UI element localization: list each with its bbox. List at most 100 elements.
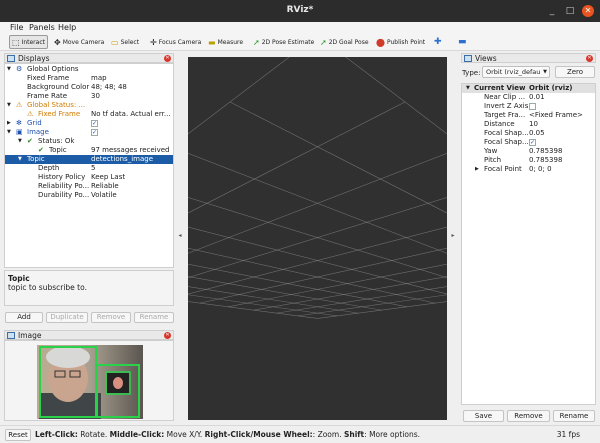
tree-row[interactable]: Invert Z Axis (462, 102, 595, 111)
collapse-arrow-icon[interactable]: ▶ (7, 119, 11, 128)
hint-middle-click: Middle-Click: (109, 430, 165, 439)
tree-value[interactable]: Keep Last (91, 173, 125, 182)
tree-value[interactable]: 0.01 (529, 93, 545, 102)
tree-value[interactable]: 0.785398 (529, 147, 562, 156)
image-enabled-checkbox[interactable]: ✓ (91, 129, 98, 136)
add-display-button[interactable]: Add (5, 312, 43, 323)
tree-row[interactable]: Target Fra... <Fixed Frame> (462, 111, 595, 120)
minimize-icon[interactable]: _ (546, 5, 558, 17)
tree-row[interactable]: Focal Shap... 0.05 (462, 129, 595, 138)
tree-value[interactable]: Reliable (91, 182, 119, 191)
tree-row[interactable]: Near Clip ... 0.01 (462, 93, 595, 102)
tree-label: Global Status: ... (27, 101, 86, 109)
expand-arrow-icon[interactable]: ▼ (466, 84, 470, 93)
plus-icon: ✚ (434, 37, 442, 47)
tree-row[interactable]: Yaw 0.785398 (462, 147, 595, 156)
tree-row[interactable]: ▼ ✔ Status: Ok (5, 137, 173, 146)
tree-row[interactable]: ▼ ⚠ Global Status: ... (5, 101, 173, 110)
remove-view-button[interactable]: Remove (507, 410, 550, 422)
save-view-button[interactable]: Save (463, 410, 504, 422)
invert-z-checkbox[interactable] (529, 103, 536, 110)
focus-camera-icon: ✛ (150, 37, 157, 47)
tree-label: Focal Shap... (484, 138, 529, 146)
right-splitter-handle[interactable]: ▸ (450, 232, 456, 239)
tree-row[interactable]: Background Color 48; 48; 48 (5, 83, 173, 92)
close-panel-icon[interactable]: ✕ (164, 332, 171, 339)
tree-row[interactable]: Frame Rate 30 (5, 92, 173, 101)
goal-pose-tool-button[interactable]: ➚ 2D Goal Pose (320, 35, 369, 49)
focus-camera-tool-button[interactable]: ✛ Focus Camera (150, 35, 201, 49)
expand-arrow-icon[interactable]: ▼ (18, 155, 22, 164)
displays-icon (7, 55, 15, 62)
tree-value[interactable]: 30 (91, 92, 100, 101)
views-tree[interactable]: ▼ Current View Orbit (rviz) Near Clip ..… (461, 83, 596, 405)
topic-value[interactable]: detections_image (91, 155, 153, 164)
tree-row-selected[interactable]: ▼ Topic detections_image (5, 155, 173, 164)
move-camera-tool-button[interactable]: ✥ Move Camera (54, 35, 104, 49)
tree-row[interactable]: ▼ Current View Orbit (rviz) (462, 84, 595, 93)
tree-value[interactable]: <Fixed Frame> (529, 111, 583, 120)
maximize-icon[interactable]: □ (564, 5, 576, 17)
tree-label: Image (27, 128, 49, 136)
close-icon[interactable]: ✕ (582, 5, 594, 17)
tree-row[interactable]: ⚠ Fixed Frame No tf data. Actual err... (5, 110, 173, 119)
tree-row[interactable]: Reliability Po... Reliable (5, 182, 173, 191)
rename-view-button[interactable]: Rename (553, 410, 595, 422)
expand-arrow-icon[interactable]: ▼ (7, 65, 11, 74)
focal-shape-checkbox[interactable]: ✓ (529, 139, 536, 146)
tree-value[interactable]: 0.785398 (529, 156, 562, 165)
tree-row[interactable]: ▶ Focal Point 0; 0; 0 (462, 165, 595, 174)
tree-row[interactable]: Fixed Frame map (5, 74, 173, 83)
tree-row[interactable]: ▼ ⚙ Global Options (5, 65, 173, 74)
select-tool-button[interactable]: ▭ Select (111, 35, 139, 49)
tree-row[interactable]: ▼ ▣ Image ✓ (5, 128, 173, 137)
hint-text: Move X/Y. (164, 430, 205, 439)
tree-label: Frame Rate (27, 92, 68, 100)
tree-row[interactable]: Pitch 0.785398 (462, 156, 595, 165)
measure-tool-button[interactable]: ▬ Measure (208, 35, 243, 49)
tree-row[interactable]: ✔ Topic 97 messages received (5, 146, 173, 155)
add-tool-button[interactable]: ✚ (434, 35, 442, 49)
menu-panels[interactable]: Panels (29, 23, 55, 32)
duplicate-display-button[interactable]: Duplicate (46, 312, 88, 323)
close-panel-icon[interactable]: ✕ (164, 55, 171, 62)
tree-value[interactable]: 0.05 (529, 129, 545, 138)
tree-value[interactable]: 0; 0; 0 (529, 165, 552, 174)
remove-display-button[interactable]: Remove (91, 312, 131, 323)
tree-row[interactable]: ▶ ✻ Grid ✓ (5, 119, 173, 128)
expand-arrow-icon[interactable]: ▼ (7, 128, 11, 137)
tree-row[interactable]: Focal Shap... ✓ (462, 138, 595, 147)
view-type-select[interactable]: Orbit (rviz_defau ▼ (482, 66, 550, 78)
reset-button[interactable]: Reset (5, 429, 31, 441)
publish-point-tool-button[interactable]: ⬤ Publish Point (376, 35, 425, 49)
interact-tool-button[interactable]: ⬚ Interact (9, 35, 48, 49)
remove-tool-button[interactable]: ▬ (458, 35, 467, 49)
tree-row[interactable]: Durability Po... Volatile (5, 191, 173, 200)
menu-help[interactable]: Help (58, 23, 76, 32)
tree-row[interactable]: History Policy Keep Last (5, 173, 173, 182)
tree-row[interactable]: Distance 10 (462, 120, 595, 129)
tree-value[interactable]: 5 (91, 164, 95, 173)
left-splitter-handle[interactable]: ◂ (177, 232, 183, 239)
menu-file[interactable]: File (10, 23, 23, 32)
displays-tree[interactable]: ▼ ⚙ Global Options Fixed Frame map Backg… (4, 63, 174, 268)
tree-value[interactable]: map (91, 74, 107, 83)
expand-arrow-icon[interactable]: ▼ (7, 101, 11, 110)
tree-value[interactable]: Volatile (91, 191, 117, 200)
tree-value[interactable]: 48; 48; 48 (91, 83, 127, 92)
zero-button[interactable]: Zero (555, 66, 595, 78)
pose-estimate-tool-button[interactable]: ➚ 2D Pose Estimate (253, 35, 314, 49)
image-panel-title: Image (18, 331, 42, 340)
rename-display-button[interactable]: Rename (134, 312, 174, 323)
tree-label: Depth (38, 164, 60, 172)
tree-label: Yaw (484, 147, 498, 155)
focus-camera-label: Focus Camera (158, 38, 202, 46)
expand-arrow-icon[interactable]: ▼ (18, 137, 22, 146)
close-panel-icon[interactable]: ✕ (586, 55, 593, 62)
tree-value[interactable]: 10 (529, 120, 538, 129)
grid-enabled-checkbox[interactable]: ✓ (91, 120, 98, 127)
grid-3d[interactable] (188, 57, 447, 420)
tree-row[interactable]: Depth 5 (5, 164, 173, 173)
render-viewport[interactable] (188, 57, 447, 420)
collapse-arrow-icon[interactable]: ▶ (475, 165, 479, 174)
